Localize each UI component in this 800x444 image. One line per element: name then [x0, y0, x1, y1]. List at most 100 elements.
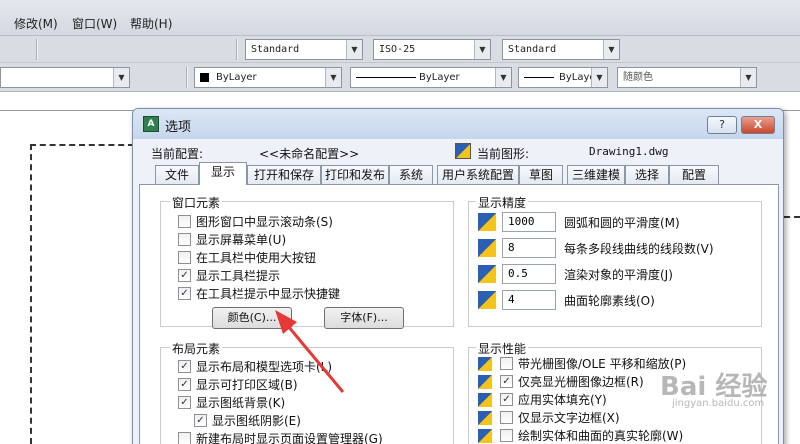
checkbox-unchecked[interactable]: [500, 411, 513, 424]
color-combo[interactable]: ByLayer ▼: [194, 67, 342, 88]
drawing-setting-icon: [478, 213, 496, 231]
checkbox-label: 绘制实体和曲面的真实轮廓(W): [518, 429, 684, 443]
chevron-down-icon[interactable]: ▼: [474, 40, 490, 59]
dim-style-combo[interactable]: ISO-25 ▼: [373, 39, 491, 60]
linetype-value: ByLayer: [419, 72, 460, 83]
profile-value: <<未命名配置>>: [259, 147, 360, 161]
chevron-down-icon[interactable]: ▼: [495, 68, 511, 87]
chevron-down-icon[interactable]: ▼: [740, 68, 756, 87]
tab-plot-publish[interactable]: 打印和发布: [321, 165, 389, 185]
styles-toolbar: Standard ▼ ISO-25 ▼ Standard ▼: [0, 36, 800, 63]
checkbox-checked[interactable]: ✓: [500, 375, 513, 388]
drawing-icon: [455, 143, 471, 159]
chevron-down-icon[interactable]: ▼: [603, 40, 619, 59]
checkbox-unchecked[interactable]: [178, 215, 191, 228]
app-icon: A: [143, 116, 159, 132]
contour-lines-input[interactable]: 4: [502, 290, 556, 310]
arc-smoothness-label: 圆弧和圆的平滑度(M): [564, 216, 680, 230]
text-style-value: Standard: [251, 44, 300, 55]
checkbox-checked[interactable]: ✓: [178, 287, 191, 300]
table-style-combo[interactable]: Standard ▼: [502, 39, 620, 60]
menu-bar: 修改(M) 窗口(W) 帮助(H): [0, 0, 800, 36]
arrow-shaft: [281, 319, 345, 393]
drawing-setting-icon: [478, 375, 492, 389]
contour-lines-label: 曲面轮廓素线(O): [564, 294, 655, 308]
profile-label: 当前配置:: [151, 147, 204, 161]
text-style-combo[interactable]: Standard ▼: [245, 39, 363, 60]
linetype-combo[interactable]: ByLayer ▼: [350, 67, 512, 88]
drawing-setting-icon: [478, 357, 492, 371]
properties-toolbar: ▼ ByLayer ▼ ByLayer ▼ ByLayer ▼ 随颜色 ▼: [0, 63, 800, 92]
drawing-setting-icon: [478, 411, 492, 425]
drawing-setting-icon: [478, 239, 496, 257]
drawing-setting-icon: [478, 393, 492, 407]
lineweight-combo[interactable]: ByLayer ▼: [518, 67, 608, 88]
layer-combo[interactable]: ▼: [0, 67, 130, 88]
checkbox-checked[interactable]: ✓: [194, 414, 207, 427]
toolbar-separator: [36, 39, 38, 60]
watermark-url: jingyan.baidu.com: [672, 398, 765, 409]
toolbar-separator: [186, 67, 188, 88]
checkbox-unchecked[interactable]: [500, 357, 513, 370]
plotstyle-combo[interactable]: 随颜色 ▼: [617, 67, 757, 88]
checkbox-checked[interactable]: ✓: [178, 378, 191, 391]
checkbox-checked[interactable]: ✓: [178, 269, 191, 282]
printable-area-border: [784, 216, 800, 218]
menu-help[interactable]: 帮助(H): [130, 15, 172, 32]
polyline-segments-label: 每条多段线曲线的线段数(V): [564, 242, 714, 256]
checkbox-label: 显示图纸阴影(E): [212, 414, 301, 428]
tab-drafting[interactable]: 草图: [519, 165, 563, 185]
printable-area-border: [30, 144, 134, 146]
checkbox-label: 新建布局时显示页面设置管理器(G): [196, 432, 383, 444]
checkbox-checked[interactable]: ✓: [178, 396, 191, 409]
tab-selection[interactable]: 选择: [625, 165, 669, 185]
arrow-head: [275, 310, 297, 334]
chevron-down-icon[interactable]: ▼: [346, 40, 362, 59]
checkbox-label: 在工具栏中使用大按钮: [196, 251, 317, 265]
chevron-down-icon[interactable]: ▼: [591, 68, 607, 87]
red-arrow-annotation: [275, 310, 345, 393]
close-button[interactable]: X: [741, 116, 775, 134]
dialog-titlebar[interactable]: A 选项 ? X: [133, 109, 783, 139]
tab-user-preferences[interactable]: 用户系统配置: [437, 165, 519, 185]
tab-files[interactable]: 文件: [155, 165, 199, 185]
checkbox-label: 显示屏幕菜单(U): [196, 233, 287, 247]
checkbox-unchecked[interactable]: [178, 233, 191, 246]
drawing-label: 当前图形:: [477, 147, 530, 161]
tab-open-save[interactable]: 打开和保存: [247, 165, 321, 185]
checkbox-checked[interactable]: ✓: [178, 360, 191, 373]
checkbox-unchecked[interactable]: [500, 429, 513, 442]
checkbox-checked[interactable]: ✓: [500, 393, 513, 406]
render-smoothness-label: 渲染对象的平滑度(J): [564, 268, 673, 282]
dim-style-value: ISO-25: [379, 44, 416, 55]
menu-modify[interactable]: 修改(M): [14, 15, 58, 32]
line-sample-icon: [524, 77, 554, 78]
checkbox-unchecked[interactable]: [178, 432, 191, 444]
tab-system[interactable]: 系统: [389, 165, 433, 185]
checkbox-unchecked[interactable]: [178, 251, 191, 264]
tab-profiles[interactable]: 配置: [669, 165, 719, 185]
arc-smoothness-input[interactable]: 1000: [502, 212, 556, 232]
render-smoothness-input[interactable]: 0.5: [502, 264, 556, 284]
polyline-segments-input[interactable]: 8: [502, 238, 556, 258]
checkbox-label: 应用实体填充(Y): [518, 393, 607, 407]
layout-elements-title: 布局元素: [170, 340, 223, 357]
tab-3d-modeling[interactable]: 三维建模: [567, 165, 625, 185]
checkbox-label: 仅亮显光栅图像边框(R): [518, 375, 644, 389]
drawing-setting-icon: [478, 429, 492, 443]
drawing-setting-icon: [478, 265, 496, 283]
dialog-title: 选项: [165, 120, 192, 135]
menu-window[interactable]: 窗口(W): [72, 15, 117, 32]
window-elements-title: 窗口元素: [170, 194, 223, 211]
checkbox-label: 显示工具栏提示: [196, 269, 281, 283]
checkbox-label: 仅显示文字边框(X): [518, 411, 620, 425]
help-button[interactable]: ?: [707, 116, 737, 134]
chevron-down-icon[interactable]: ▼: [325, 68, 341, 87]
checkbox-label: 图形窗口中显示滚动条(S): [196, 215, 333, 229]
tab-display[interactable]: 显示: [199, 162, 247, 185]
table-style-value: Standard: [508, 44, 557, 55]
chevron-down-icon[interactable]: ▼: [113, 68, 129, 87]
color-swatch-icon: [200, 73, 209, 82]
display-resolution-title: 显示精度: [476, 194, 529, 211]
toolbar-separator: [236, 39, 238, 60]
